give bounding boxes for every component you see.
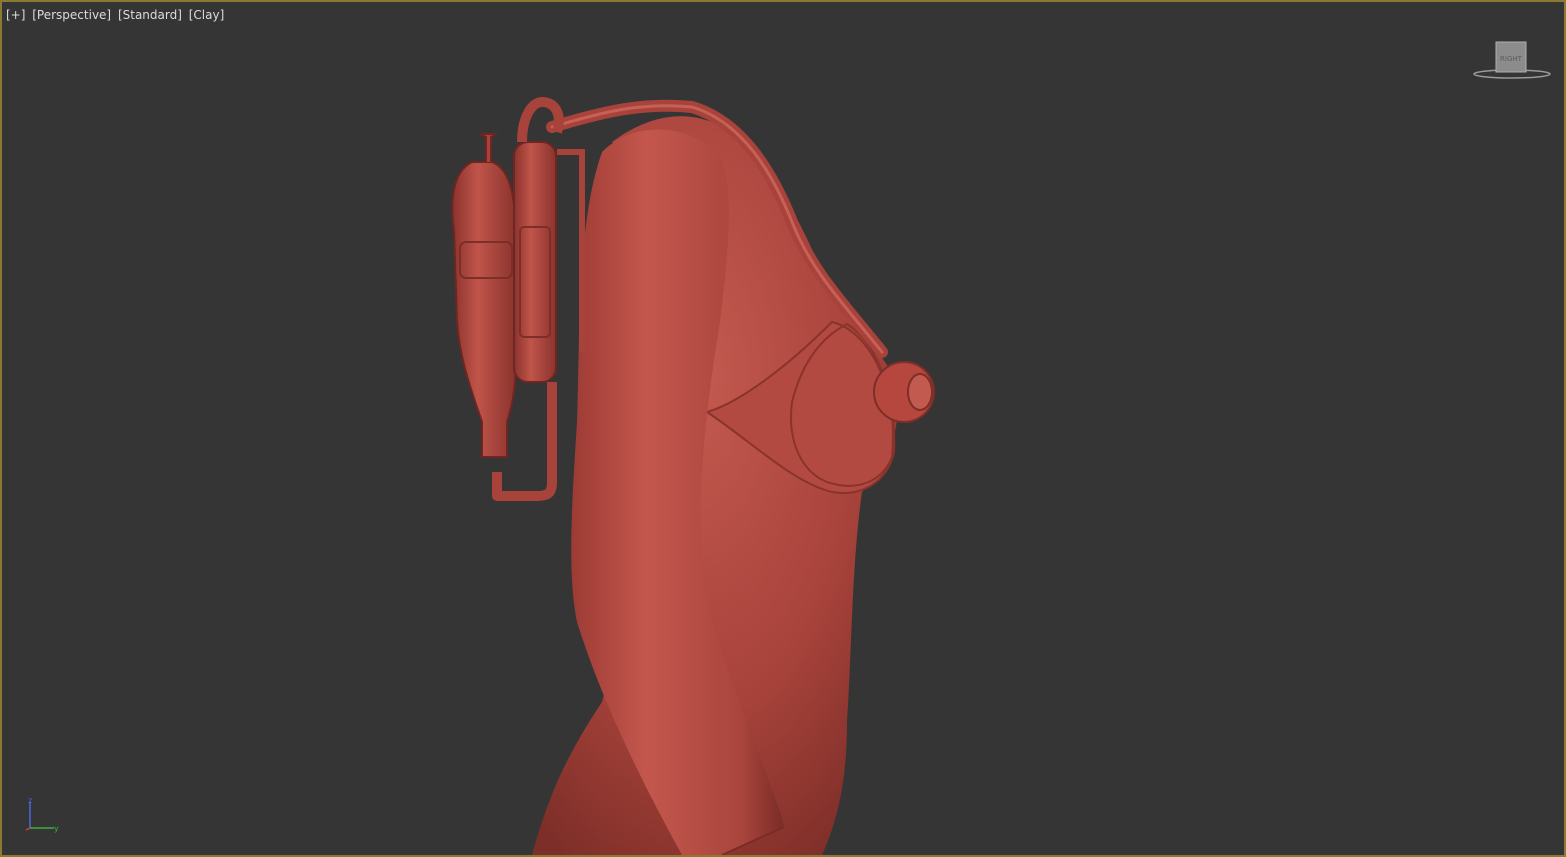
regulator-cap [907, 373, 933, 411]
tank-valve [479, 133, 498, 162]
axis-tripod-icon: z y [25, 796, 59, 833]
viewcube-icon[interactable]: RIGHT [1472, 38, 1552, 82]
scuba-tank [451, 161, 517, 458]
axis-y-label: y [54, 824, 59, 833]
axis-z-label: z [28, 796, 32, 805]
side-pipe [557, 149, 585, 352]
clay-model-render[interactable] [2, 2, 1564, 855]
viewcube-face-label: RIGHT [1500, 55, 1523, 63]
perspective-viewport[interactable]: [+] [Perspective] [Standard] [Clay] RIGH… [0, 0, 1566, 857]
